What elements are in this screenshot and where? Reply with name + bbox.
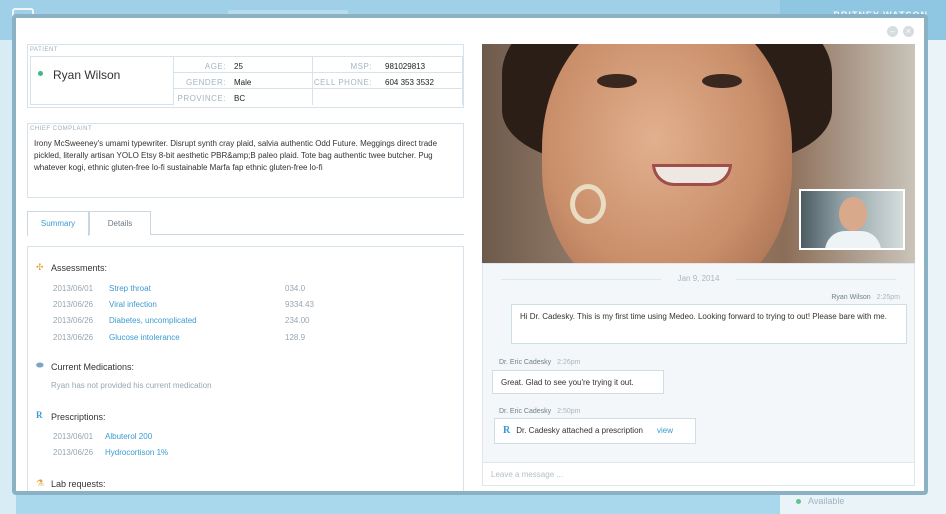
prescriptions-title: Prescriptions:	[51, 412, 106, 422]
complaint-section-label: CHIEF COMPLAINT	[30, 126, 96, 132]
age-label: AGE:	[204, 62, 226, 71]
message-time: 2:50pm	[557, 408, 581, 415]
msp-value: 981029813	[385, 62, 426, 71]
video-eye	[702, 74, 742, 88]
assessment-date: 2013/06/26	[53, 333, 94, 342]
message-meta: Ryan Wilson 2:25pm	[831, 294, 900, 301]
assessment-code: 128.9	[285, 333, 306, 342]
message-bubble: Great. Glad to see you're trying it out.	[492, 370, 664, 394]
message-time: 2:26pm	[557, 359, 581, 366]
assessment-date: 2013/06/01	[53, 284, 94, 293]
prescription-row[interactable]: 2013/06/26 Hydrocortison 1%	[53, 448, 168, 457]
msp-label: MSP:	[350, 62, 372, 71]
empty-cell	[313, 89, 463, 105]
chat-panel: Jan 9, 2014 Ryan Wilson 2:25pm Hi Dr. Cad…	[482, 263, 915, 482]
province-label: PROVINCE:	[177, 94, 226, 103]
complaint-text: Irony McSweeney's umami typewriter. Disr…	[34, 139, 438, 172]
lab-requests-title: Lab requests:	[51, 479, 106, 489]
rx-icon: R	[36, 410, 43, 420]
prescription-date: 2013/06/26	[53, 448, 94, 457]
province-cell: PROVINCE: BC	[174, 89, 313, 105]
cell-phone-label: CELL PHONE:	[313, 78, 372, 87]
self-view-face	[839, 197, 867, 231]
chat-date-divider: Jan 9, 2014	[483, 274, 914, 283]
assessment-code: 034.0	[285, 284, 306, 293]
close-button[interactable]: ×	[903, 26, 914, 37]
gender-label: GENDER:	[186, 78, 226, 87]
summary-panel: ✣ Assessments: 2013/06/01 Strep throat 034…	[27, 246, 464, 491]
assessment-link[interactable]: Glucose intolerance	[109, 333, 180, 342]
gender-cell: GENDER: Male	[174, 73, 313, 89]
video-feed	[482, 44, 915, 263]
medications-empty-text: Ryan has not provided his current medica…	[51, 381, 212, 390]
online-status-icon	[38, 71, 43, 76]
message-author: Dr. Eric Cadesky	[499, 359, 552, 366]
message-author: Ryan Wilson	[831, 294, 871, 301]
tab-details[interactable]: Details	[89, 211, 151, 235]
availability-status: Available	[796, 496, 844, 506]
close-icon: ×	[905, 26, 912, 36]
assessment-row[interactable]: 2013/06/26 Viral infection 9334.43	[53, 300, 314, 309]
minimize-icon: –	[889, 26, 895, 36]
assessment-code: 234.00	[285, 316, 310, 325]
video-eye	[597, 74, 637, 88]
cell-phone-value: 604 353 3532	[385, 78, 434, 87]
flask-icon: ⚗	[36, 478, 45, 488]
message-input[interactable]	[483, 463, 914, 485]
assessment-link[interactable]: Viral infection	[109, 300, 157, 309]
view-prescription-link[interactable]: view	[657, 426, 673, 435]
assessment-code: 9334.43	[285, 300, 314, 309]
video-mouth	[652, 164, 732, 186]
assessment-date: 2013/06/26	[53, 300, 94, 309]
province-value: BC	[234, 94, 246, 103]
assessment-link[interactable]: Strep throat	[109, 284, 151, 293]
self-view-video[interactable]	[799, 189, 905, 250]
age-value: 25	[234, 62, 243, 71]
consultation-modal: – × PATIENT Ryan Wilson AGE: 25 MSP: 981…	[12, 14, 928, 495]
msp-cell: MSP: 981029813	[313, 57, 463, 73]
patient-section-label: PATIENT	[30, 47, 61, 53]
message-author: Dr. Eric Cadesky	[499, 408, 552, 415]
message-meta: Dr. Eric Cadesky 2:50pm	[499, 408, 580, 415]
assessment-row[interactable]: 2013/06/26 Diabetes, uncomplicated 234.00	[53, 316, 309, 325]
tab-summary[interactable]: Summary	[27, 211, 89, 236]
patient-info-grid: AGE: 25 MSP: 981029813 GENDER: Male CELL…	[174, 56, 463, 105]
message-bubble: Hi Dr. Cadesky. This is my first time us…	[511, 304, 907, 344]
video-earring	[570, 184, 606, 224]
prescription-link[interactable]: Albuterol 200	[105, 432, 152, 441]
cell-phone-cell: CELL PHONE: 604 353 3532	[313, 73, 463, 89]
self-view-body	[825, 231, 881, 248]
assessment-row[interactable]: 2013/06/01 Strep throat 034.0	[53, 284, 305, 293]
prescription-link[interactable]: Hydrocortison 1%	[105, 448, 168, 457]
rx-icon: R	[503, 425, 511, 436]
message-meta: Dr. Eric Cadesky 2:26pm	[499, 359, 580, 366]
patient-card: PATIENT Ryan Wilson AGE: 25 MSP: 9810298…	[27, 44, 464, 108]
assessment-row[interactable]: 2013/06/26 Glucose intolerance 128.9	[53, 333, 305, 342]
chief-complaint-box: CHIEF COMPLAINT Irony McSweeney's umami …	[27, 123, 464, 198]
minimize-button[interactable]: –	[887, 26, 898, 37]
message-input-box	[482, 462, 915, 486]
assessment-icon: ✣	[36, 262, 44, 272]
age-cell: AGE: 25	[174, 57, 313, 73]
record-tabs: Summary Details	[27, 211, 464, 236]
video-patient-face	[542, 44, 792, 263]
message-time: 2:25pm	[876, 294, 900, 301]
medications-title: Current Medications:	[51, 362, 135, 372]
attachment-bubble: R Dr. Cadesky attached a prescription view	[494, 418, 696, 444]
patient-name: Ryan Wilson	[53, 68, 121, 82]
attachment-text: Dr. Cadesky attached a prescription	[516, 426, 643, 435]
prescription-date: 2013/06/01	[53, 432, 94, 441]
assessments-title: Assessments:	[51, 263, 108, 273]
prescription-row[interactable]: 2013/06/01 Albuterol 200	[53, 432, 152, 441]
pill-icon: ⬬	[36, 360, 44, 370]
assessment-link[interactable]: Diabetes, uncomplicated	[109, 316, 197, 325]
assessment-date: 2013/06/26	[53, 316, 94, 325]
patient-name-box: Ryan Wilson	[30, 56, 174, 105]
gender-value: Male	[234, 78, 252, 87]
